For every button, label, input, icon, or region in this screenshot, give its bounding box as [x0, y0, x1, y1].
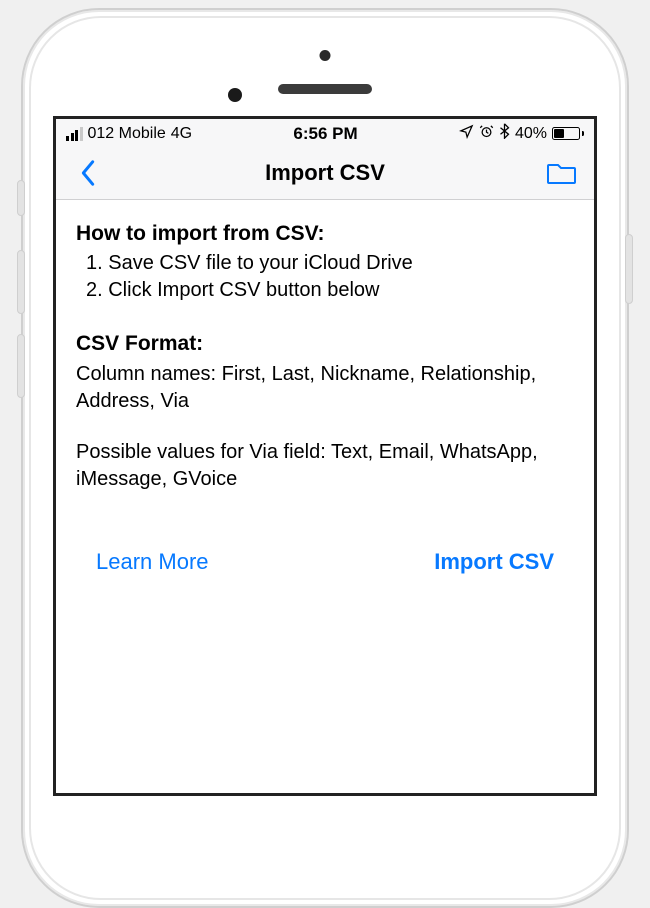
- chevron-left-icon: [79, 159, 97, 187]
- battery-percent: 40%: [515, 125, 547, 143]
- cellular-signal-icon: [66, 127, 83, 141]
- bluetooth-icon: [499, 123, 510, 144]
- mute-switch: [17, 180, 25, 216]
- navigation-bar: Import CSV: [56, 146, 594, 200]
- volume-down-button: [17, 334, 25, 398]
- howto-step: 2. Click Import CSV button below: [86, 277, 574, 304]
- action-row: Learn More Import CSV: [56, 493, 594, 575]
- howto-step: 1. Save CSV file to your iCloud Drive: [86, 250, 574, 277]
- earpiece-speaker: [278, 84, 372, 94]
- page-title: Import CSV: [265, 160, 385, 186]
- content-area: How to import from CSV: 1. Save CSV file…: [56, 200, 594, 493]
- format-via: Possible values for Via field: Text, Ema…: [76, 439, 574, 493]
- alarm-icon: [479, 124, 494, 144]
- battery-icon: [552, 127, 584, 140]
- howto-heading: How to import from CSV:: [76, 220, 574, 248]
- clock-time: 6:56 PM: [293, 124, 357, 144]
- folder-button[interactable]: [547, 161, 577, 185]
- format-columns: Column names: First, Last, Nickname, Rel…: [76, 361, 574, 415]
- screen: 012 Mobile 4G 6:56 PM: [53, 116, 597, 796]
- status-bar: 012 Mobile 4G 6:56 PM: [56, 119, 594, 146]
- proximity-sensor: [228, 88, 242, 102]
- power-button: [625, 234, 633, 304]
- format-heading: CSV Format:: [76, 330, 574, 358]
- howto-steps: 1. Save CSV file to your iCloud Drive 2.…: [76, 250, 574, 304]
- location-arrow-icon: [459, 124, 474, 144]
- phone-frame: 012 Mobile 4G 6:56 PM: [21, 8, 629, 908]
- network-label: 4G: [171, 125, 192, 143]
- volume-up-button: [17, 250, 25, 314]
- camera-dot: [320, 50, 331, 61]
- carrier-label: 012 Mobile: [88, 125, 166, 143]
- back-button[interactable]: [79, 159, 97, 187]
- import-csv-button[interactable]: Import CSV: [434, 549, 554, 575]
- learn-more-button[interactable]: Learn More: [96, 549, 209, 575]
- folder-icon: [547, 161, 577, 185]
